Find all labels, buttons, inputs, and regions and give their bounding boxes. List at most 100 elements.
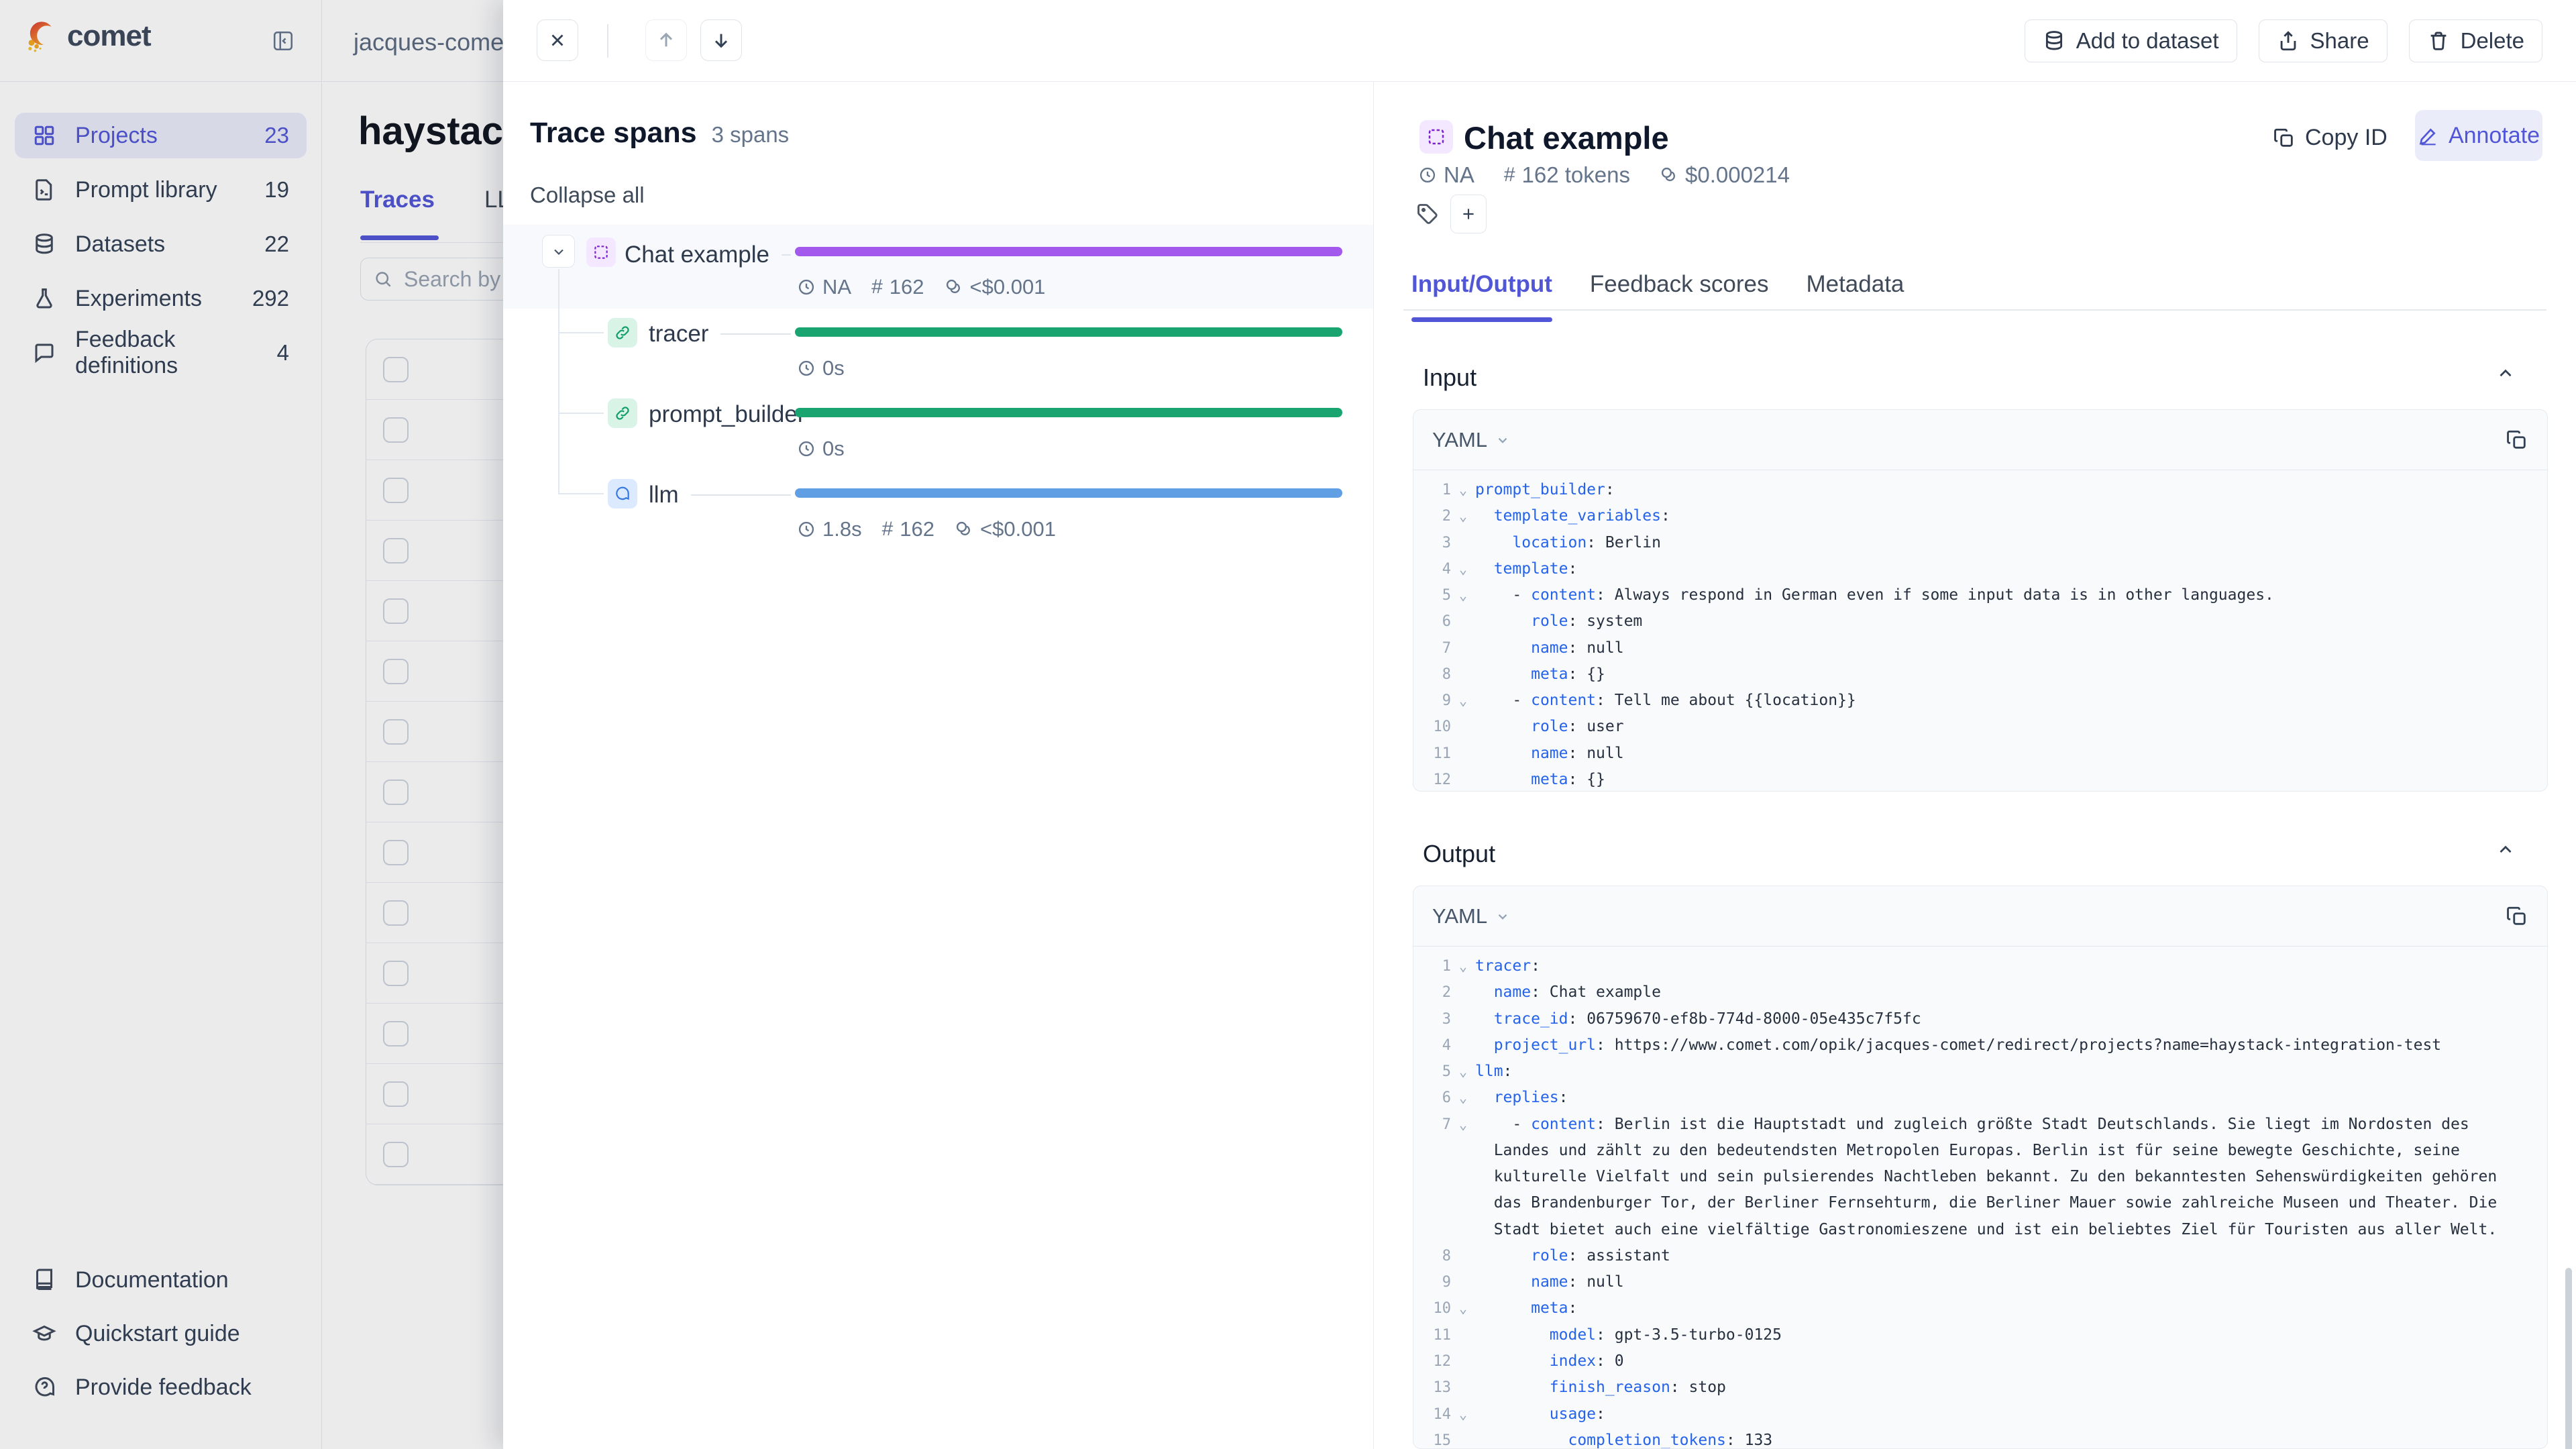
toolbar-divider bbox=[607, 24, 608, 58]
next-trace-button[interactable] bbox=[700, 19, 742, 61]
line-number: 7 bbox=[1442, 1116, 1451, 1133]
coins-icon bbox=[946, 279, 960, 293]
code-line: 2 ⌄ template_variables: bbox=[1423, 503, 2534, 529]
fold-chevron-icon[interactable]: ⌄ bbox=[1451, 1295, 1475, 1322]
fold-chevron-icon[interactable]: ⌄ bbox=[1451, 953, 1475, 979]
tool-span-icon bbox=[608, 318, 637, 347]
span-name[interactable]: Chat example bbox=[625, 241, 769, 268]
line-number: 2 bbox=[1442, 984, 1451, 1002]
pen-icon bbox=[2419, 128, 2436, 146]
clock-icon bbox=[1419, 167, 1436, 183]
add-tag-button[interactable] bbox=[1450, 195, 1487, 233]
code-block-header: YAML bbox=[1413, 410, 2547, 470]
line-number: 1 bbox=[1442, 482, 1451, 498]
format-select[interactable]: YAML bbox=[1432, 428, 1510, 452]
fold-chevron-icon[interactable]: ⌄ bbox=[1451, 556, 1475, 582]
code-line: 12 index: 0 bbox=[1423, 1348, 2534, 1375]
span-name[interactable]: llm bbox=[649, 482, 679, 508]
line-number: 5 bbox=[1442, 1063, 1451, 1081]
code-text: name: null bbox=[1531, 744, 1624, 762]
fold-chevron-icon[interactable]: ⌄ bbox=[1451, 1085, 1475, 1111]
span-timeline-bar[interactable] bbox=[795, 247, 1342, 256]
coins-icon bbox=[1661, 167, 1675, 181]
hash-icon: # bbox=[1503, 164, 1515, 186]
line-number: 9 bbox=[1442, 692, 1451, 710]
collapse-input-button[interactable] bbox=[2496, 364, 2516, 384]
fold-chevron-icon[interactable]: ⌄ bbox=[1451, 1059, 1475, 1085]
tool-span-icon bbox=[608, 398, 637, 428]
detail-scrollbar[interactable] bbox=[2565, 1268, 2572, 1449]
code-line: 11 model: gpt-3.5-turbo-0125 bbox=[1423, 1322, 2534, 1348]
previous-trace-button[interactable] bbox=[645, 19, 687, 61]
tab-metadata[interactable]: Metadata bbox=[1806, 271, 1904, 322]
plus-icon bbox=[1463, 209, 1474, 219]
chevron-down-icon bbox=[553, 249, 564, 255]
code-text: name: null bbox=[1531, 1273, 1624, 1291]
tab-feedback-scores[interactable]: Feedback scores bbox=[1590, 271, 1769, 322]
tree-connector-vertical bbox=[558, 269, 559, 494]
close-drawer-button[interactable] bbox=[537, 19, 578, 61]
modal-scrim[interactable] bbox=[0, 0, 503, 1449]
annotate-button[interactable]: Annotate bbox=[2415, 110, 2542, 161]
code-text: - content: Berlin ist die Hauptstadt und… bbox=[1475, 1115, 2507, 1238]
copy-code-button[interactable] bbox=[2506, 905, 2528, 928]
input-yaml-code[interactable]: 1 ⌄ prompt_builder: 2 ⌄ template_variables: 3… bbox=[1413, 470, 2547, 791]
span-metrics: NA #162 <$0.001 bbox=[797, 275, 1045, 299]
clock-icon bbox=[798, 279, 814, 295]
tab-input-output[interactable]: Input/Output bbox=[1411, 271, 1552, 322]
span-timeline-bar[interactable] bbox=[795, 327, 1342, 337]
chevron-down-icon bbox=[1498, 914, 1507, 920]
chevron-up-icon bbox=[2500, 845, 2512, 853]
hash-icon: # bbox=[881, 518, 894, 540]
code-text: template_variables: bbox=[1493, 507, 1670, 525]
coins-icon bbox=[956, 521, 970, 535]
tree-connector-stub bbox=[558, 332, 604, 333]
fold-chevron-icon[interactable]: ⌄ bbox=[1451, 582, 1475, 608]
span-name[interactable]: tracer bbox=[649, 321, 708, 347]
fold-chevron-icon[interactable]: ⌄ bbox=[1451, 1401, 1475, 1428]
span-timeline-bar[interactable] bbox=[795, 408, 1342, 417]
output-yaml-code[interactable]: 1 ⌄ tracer: 2 name: Chat example 3 trace_id:… bbox=[1413, 947, 2547, 1449]
share-button[interactable]: Share bbox=[2258, 19, 2387, 62]
copy-id-button[interactable]: Copy ID bbox=[2273, 125, 2387, 151]
fold-chevron-icon[interactable]: ⌄ bbox=[1451, 503, 1475, 529]
share-icon bbox=[2280, 31, 2296, 51]
code-line: 6 role: system bbox=[1423, 608, 2534, 635]
line-number: 6 bbox=[1442, 613, 1451, 631]
output-section-header: Output bbox=[1423, 840, 1496, 867]
fold-chevron-icon[interactable]: ⌄ bbox=[1451, 477, 1475, 503]
collapse-output-button[interactable] bbox=[2496, 840, 2516, 860]
line-number: 10 bbox=[1433, 718, 1452, 736]
line-number: 2 bbox=[1442, 508, 1451, 525]
code-text: llm: bbox=[1475, 1063, 1513, 1081]
span-metrics: 0s bbox=[797, 437, 845, 461]
add-to-dataset-button[interactable]: Add to dataset bbox=[2024, 19, 2237, 62]
tokens-chip: #162 bbox=[871, 275, 924, 299]
span-badges: NA #162 tokens $0.000214 bbox=[1418, 162, 1790, 188]
code-line: 15 completion_tokens: 133 bbox=[1423, 1428, 2534, 1449]
code-line: 9 name: null bbox=[1423, 1269, 2534, 1295]
fold-chevron-icon[interactable]: ⌄ bbox=[1451, 688, 1475, 714]
annotate-label: Annotate bbox=[2448, 122, 2540, 148]
code-text: meta: bbox=[1531, 1299, 1578, 1318]
link-icon bbox=[616, 407, 629, 420]
code-line: 3 trace_id: 06759670-ef8b-774d-8000-05e4… bbox=[1423, 1006, 2534, 1032]
delete-button[interactable]: Delete bbox=[2408, 19, 2542, 62]
arrow-up-icon bbox=[659, 32, 673, 47]
span-name[interactable]: prompt_builder bbox=[649, 401, 805, 428]
expand-collapse-button[interactable] bbox=[542, 235, 575, 268]
fold-chevron-icon[interactable]: ⌄ bbox=[1451, 1112, 1475, 1138]
code-text: role: assistant bbox=[1531, 1246, 1670, 1265]
code-text: name: null bbox=[1531, 639, 1624, 657]
copy-code-button[interactable] bbox=[2506, 429, 2528, 451]
code-line: 10 role: user bbox=[1423, 714, 2534, 740]
line-number: 11 bbox=[1433, 1326, 1452, 1344]
trace-spans-panel: Trace spans 3 spans Collapse all Chat ex… bbox=[503, 82, 1374, 1449]
span-timeline-bar[interactable] bbox=[795, 488, 1342, 498]
close-icon bbox=[551, 34, 564, 46]
line-number: 15 bbox=[1433, 1432, 1452, 1449]
line-number: 12 bbox=[1433, 771, 1452, 788]
duration-chip: 1.8s bbox=[797, 517, 862, 541]
format-select[interactable]: YAML bbox=[1432, 904, 1510, 928]
tree-connector-stub bbox=[558, 413, 604, 414]
